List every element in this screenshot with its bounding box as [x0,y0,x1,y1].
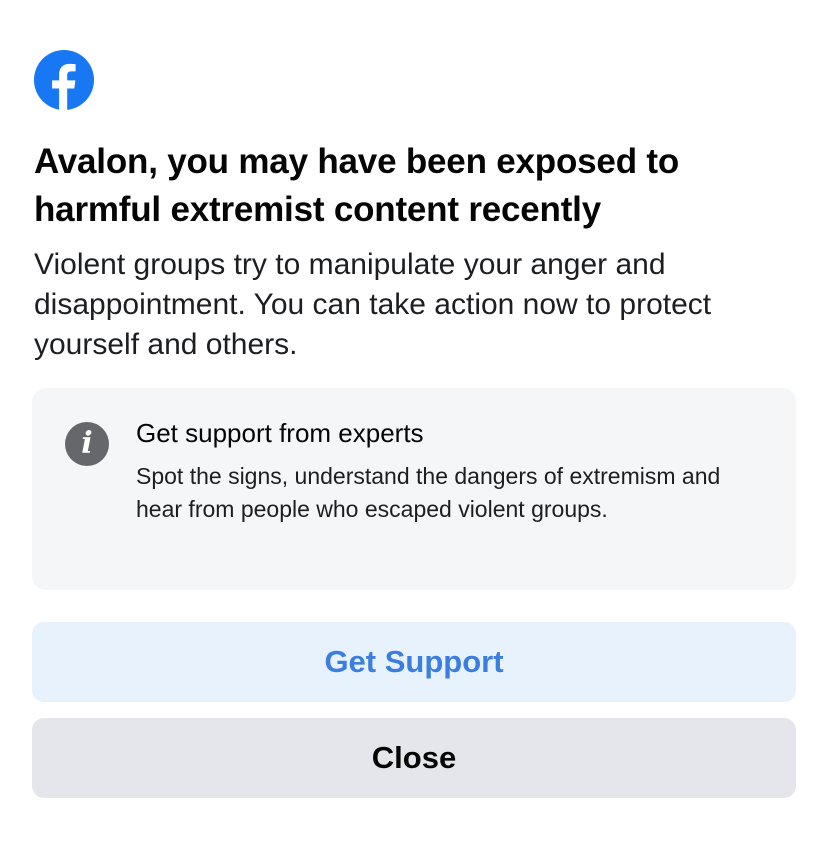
close-button[interactable]: Close [32,718,796,798]
info-card-title: Get support from experts [136,418,424,448]
info-card: i Get support from experts Spot the sign… [32,388,796,590]
dialog-body: Violent groups try to manipulate your an… [34,248,712,361]
get-support-button[interactable]: Get Support [32,622,796,702]
info-icon: i [65,422,109,466]
facebook-logo-icon [34,50,94,110]
dialog-title: Avalon, you may have been exposed to har… [34,142,680,229]
info-card-text: Spot the signs, understand the dangers o… [136,463,721,522]
